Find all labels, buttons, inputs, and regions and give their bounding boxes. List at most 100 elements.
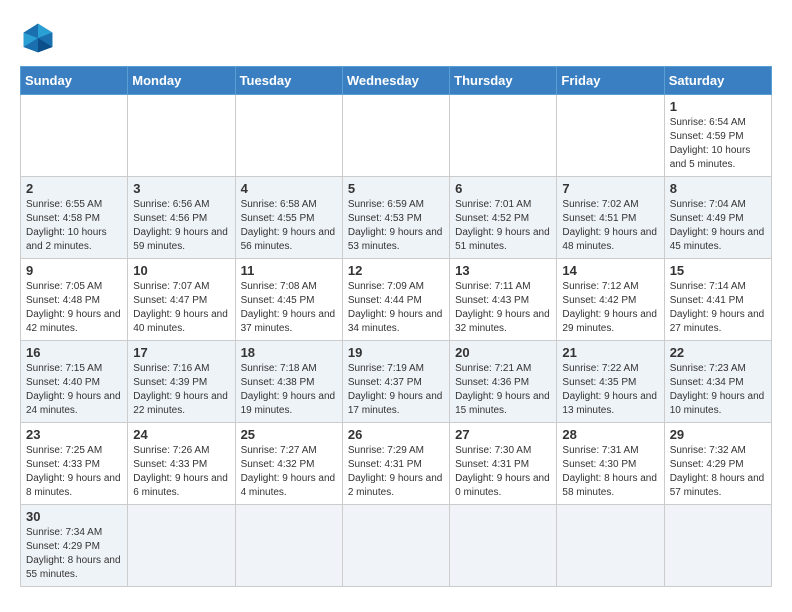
day-number: 6 <box>455 181 551 196</box>
day-number: 15 <box>670 263 766 278</box>
day-number: 19 <box>348 345 444 360</box>
day-info: Sunrise: 6:54 AMSunset: 4:59 PMDaylight:… <box>670 116 766 172</box>
calendar-cell <box>664 505 771 587</box>
logo-icon <box>20 20 56 56</box>
day-info: Sunrise: 7:02 AMSunset: 4:51 PMDaylight:… <box>562 198 658 254</box>
day-info: Sunrise: 7:08 AMSunset: 4:45 PMDaylight:… <box>241 280 337 336</box>
day-number: 9 <box>26 263 122 278</box>
day-number: 1 <box>670 99 766 114</box>
calendar: SundayMondayTuesdayWednesdayThursdayFrid… <box>20 66 772 587</box>
day-number: 23 <box>26 427 122 442</box>
header <box>20 20 772 56</box>
calendar-cell: 30Sunrise: 7:34 AMSunset: 4:29 PMDayligh… <box>21 505 128 587</box>
calendar-week-5: 23 Sunrise: 7:25 AMSunset: 4:33 PMDayligh… <box>21 423 772 505</box>
calendar-cell: 6 Sunrise: 7:01 AMSunset: 4:52 PMDaylight… <box>450 177 557 259</box>
calendar-cell: 18Sunrise: 7:18 AMSunset: 4:38 PMDayligh… <box>235 341 342 423</box>
day-number: 25 <box>241 427 337 442</box>
day-number: 4 <box>241 181 337 196</box>
calendar-cell: 5 Sunrise: 6:59 AMSunset: 4:53 PMDaylight… <box>342 177 449 259</box>
day-info: Sunrise: 7:11 AMSunset: 4:43 PMDaylight:… <box>455 280 551 336</box>
calendar-cell: 10 Sunrise: 7:07 AMSunset: 4:47 PMDayligh… <box>128 259 235 341</box>
day-info: Sunrise: 7:12 AMSunset: 4:42 PMDaylight:… <box>562 280 658 336</box>
day-info: Sunrise: 7:01 AMSunset: 4:52 PMDaylight:… <box>455 198 551 254</box>
calendar-week-3: 9 Sunrise: 7:05 AMSunset: 4:48 PMDaylight… <box>21 259 772 341</box>
day-info: Sunrise: 7:31 AMSunset: 4:30 PMDaylight:… <box>562 444 658 500</box>
day-number: 29 <box>670 427 766 442</box>
calendar-cell: 14Sunrise: 7:12 AMSunset: 4:42 PMDayligh… <box>557 259 664 341</box>
page: SundayMondayTuesdayWednesdayThursdayFrid… <box>0 0 792 597</box>
day-number: 21 <box>562 345 658 360</box>
calendar-cell: 11 Sunrise: 7:08 AMSunset: 4:45 PMDayligh… <box>235 259 342 341</box>
day-number: 3 <box>133 181 229 196</box>
calendar-cell: 27 Sunrise: 7:30 AMSunset: 4:31 PMDayligh… <box>450 423 557 505</box>
day-number: 28 <box>562 427 658 442</box>
calendar-week-1: 1 Sunrise: 6:54 AMSunset: 4:59 PMDaylight… <box>21 95 772 177</box>
day-number: 22 <box>670 345 766 360</box>
calendar-cell <box>128 95 235 177</box>
calendar-cell: 7 Sunrise: 7:02 AMSunset: 4:51 PMDaylight… <box>557 177 664 259</box>
day-info: Sunrise: 7:07 AMSunset: 4:47 PMDaylight:… <box>133 280 229 336</box>
calendar-cell <box>557 505 664 587</box>
day-number: 27 <box>455 427 551 442</box>
calendar-cell: 4Sunrise: 6:58 AMSunset: 4:55 PMDaylight… <box>235 177 342 259</box>
calendar-cell: 26Sunrise: 7:29 AMSunset: 4:31 PMDayligh… <box>342 423 449 505</box>
calendar-cell: 8 Sunrise: 7:04 AMSunset: 4:49 PMDaylight… <box>664 177 771 259</box>
day-number: 12 <box>348 263 444 278</box>
calendar-cell <box>128 505 235 587</box>
weekday-header-tuesday: Tuesday <box>235 67 342 95</box>
day-info: Sunrise: 7:30 AMSunset: 4:31 PMDaylight:… <box>455 444 551 500</box>
day-number: 8 <box>670 181 766 196</box>
calendar-cell <box>450 95 557 177</box>
calendar-cell <box>342 95 449 177</box>
day-number: 26 <box>348 427 444 442</box>
calendar-cell: 23 Sunrise: 7:25 AMSunset: 4:33 PMDayligh… <box>21 423 128 505</box>
day-info: Sunrise: 7:04 AMSunset: 4:49 PMDaylight:… <box>670 198 766 254</box>
day-number: 10 <box>133 263 229 278</box>
calendar-cell <box>21 95 128 177</box>
calendar-cell: 13 Sunrise: 7:11 AMSunset: 4:43 PMDayligh… <box>450 259 557 341</box>
calendar-cell <box>557 95 664 177</box>
calendar-cell <box>235 505 342 587</box>
calendar-header-row: SundayMondayTuesdayWednesdayThursdayFrid… <box>21 67 772 95</box>
day-number: 2 <box>26 181 122 196</box>
day-info: Sunrise: 7:05 AMSunset: 4:48 PMDaylight:… <box>26 280 122 336</box>
day-info: Sunrise: 7:09 AMSunset: 4:44 PMDaylight:… <box>348 280 444 336</box>
day-info: Sunrise: 7:25 AMSunset: 4:33 PMDaylight:… <box>26 444 122 500</box>
calendar-cell <box>235 95 342 177</box>
day-info: Sunrise: 7:19 AMSunset: 4:37 PMDaylight:… <box>348 362 444 418</box>
day-info: Sunrise: 7:18 AMSunset: 4:38 PMDaylight:… <box>241 362 337 418</box>
calendar-cell: 19 Sunrise: 7:19 AMSunset: 4:37 PMDayligh… <box>342 341 449 423</box>
day-info: Sunrise: 7:16 AMSunset: 4:39 PMDaylight:… <box>133 362 229 418</box>
weekday-header-monday: Monday <box>128 67 235 95</box>
calendar-cell: 25Sunrise: 7:27 AMSunset: 4:32 PMDayligh… <box>235 423 342 505</box>
day-info: Sunrise: 6:56 AMSunset: 4:56 PMDaylight:… <box>133 198 229 254</box>
calendar-cell: 29Sunrise: 7:32 AMSunset: 4:29 PMDayligh… <box>664 423 771 505</box>
day-number: 24 <box>133 427 229 442</box>
calendar-cell: 3 Sunrise: 6:56 AMSunset: 4:56 PMDaylight… <box>128 177 235 259</box>
weekday-header-sunday: Sunday <box>21 67 128 95</box>
day-number: 13 <box>455 263 551 278</box>
day-number: 20 <box>455 345 551 360</box>
day-info: Sunrise: 7:21 AMSunset: 4:36 PMDaylight:… <box>455 362 551 418</box>
day-info: Sunrise: 7:14 AMSunset: 4:41 PMDaylight:… <box>670 280 766 336</box>
calendar-cell: 16Sunrise: 7:15 AMSunset: 4:40 PMDayligh… <box>21 341 128 423</box>
day-number: 5 <box>348 181 444 196</box>
day-info: Sunrise: 7:26 AMSunset: 4:33 PMDaylight:… <box>133 444 229 500</box>
calendar-cell: 12 Sunrise: 7:09 AMSunset: 4:44 PMDayligh… <box>342 259 449 341</box>
calendar-cell: 17Sunrise: 7:16 AMSunset: 4:39 PMDayligh… <box>128 341 235 423</box>
weekday-header-thursday: Thursday <box>450 67 557 95</box>
calendar-cell: 22 Sunrise: 7:23 AMSunset: 4:34 PMDayligh… <box>664 341 771 423</box>
day-number: 7 <box>562 181 658 196</box>
weekday-header-saturday: Saturday <box>664 67 771 95</box>
calendar-week-2: 2Sunrise: 6:55 AMSunset: 4:58 PMDaylight… <box>21 177 772 259</box>
weekday-header-wednesday: Wednesday <box>342 67 449 95</box>
day-info: Sunrise: 7:23 AMSunset: 4:34 PMDaylight:… <box>670 362 766 418</box>
calendar-week-6: 30Sunrise: 7:34 AMSunset: 4:29 PMDayligh… <box>21 505 772 587</box>
day-number: 11 <box>241 263 337 278</box>
day-info: Sunrise: 6:59 AMSunset: 4:53 PMDaylight:… <box>348 198 444 254</box>
calendar-cell: 21Sunrise: 7:22 AMSunset: 4:35 PMDayligh… <box>557 341 664 423</box>
calendar-cell: 28 Sunrise: 7:31 AMSunset: 4:30 PMDayligh… <box>557 423 664 505</box>
day-info: Sunrise: 7:15 AMSunset: 4:40 PMDaylight:… <box>26 362 122 418</box>
calendar-cell: 9 Sunrise: 7:05 AMSunset: 4:48 PMDaylight… <box>21 259 128 341</box>
day-info: Sunrise: 7:34 AMSunset: 4:29 PMDaylight:… <box>26 526 122 582</box>
